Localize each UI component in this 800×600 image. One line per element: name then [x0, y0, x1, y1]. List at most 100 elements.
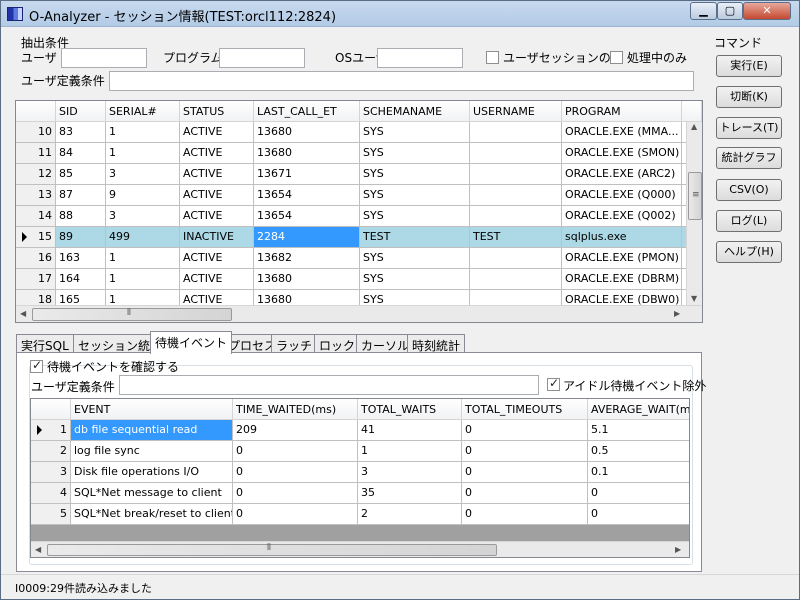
cell-sid[interactable]: 88	[56, 206, 106, 227]
cell-status[interactable]: ACTIVE	[180, 164, 254, 185]
cell-event[interactable]: SQL*Net break/reset to client	[71, 504, 233, 525]
header-average-wait[interactable]: AVERAGE_WAIT(m	[588, 399, 689, 420]
header-username[interactable]: USERNAME	[470, 101, 562, 122]
cell-sid[interactable]: 163	[56, 248, 106, 269]
header-d[interactable]	[682, 101, 702, 122]
cell-serial[interactable]: 499	[106, 227, 180, 248]
cell-last-call-et[interactable]: 13654	[254, 206, 360, 227]
cell-total-waits[interactable]: 41	[358, 420, 462, 441]
cell-serial[interactable]: 9	[106, 185, 180, 206]
cell-average-wait[interactable]: 0.5	[588, 441, 689, 462]
cell-total-waits[interactable]: 2	[358, 504, 462, 525]
cell-last-call-et[interactable]: 13680	[254, 122, 360, 143]
tab-exec-sql[interactable]: 実行SQL	[16, 334, 74, 353]
cell-last-call-et[interactable]: 13671	[254, 164, 360, 185]
wait-events-grid[interactable]: EVENT TIME_WAITED(ms) TOTAL_WAITS TOTAL_…	[30, 398, 690, 558]
cell-time-waited[interactable]: 0	[233, 504, 358, 525]
cell-event[interactable]: SQL*Net message to client	[71, 483, 233, 504]
cell-time-waited[interactable]: 0	[233, 441, 358, 462]
cell-schemaname[interactable]: SYS	[360, 143, 470, 164]
cell-program[interactable]: ORACLE.EXE (ARC2)	[562, 164, 682, 185]
cell-total-timeouts[interactable]: 0	[462, 420, 588, 441]
cell-average-wait[interactable]: 0	[588, 483, 689, 504]
stats-graph-button[interactable]: 統計グラフ	[716, 147, 782, 169]
tab-time-stats[interactable]: 時刻統計	[407, 334, 466, 353]
header-program[interactable]: PROGRAM	[562, 101, 682, 122]
row-number[interactable]: 2	[31, 441, 71, 462]
cell-program[interactable]: ORACLE.EXE (MMA...	[562, 122, 682, 143]
header-sid[interactable]: SID	[56, 101, 106, 122]
cell-username[interactable]	[470, 269, 562, 290]
cell-last-call-et[interactable]: 13680	[254, 269, 360, 290]
cell-schemaname[interactable]: SYS	[360, 248, 470, 269]
cell-time-waited[interactable]: 0	[233, 483, 358, 504]
cell-total-waits[interactable]: 3	[358, 462, 462, 483]
cell-average-wait[interactable]: 5.1	[588, 420, 689, 441]
row-number[interactable]: 13	[16, 185, 56, 206]
cell-serial[interactable]: 1	[106, 143, 180, 164]
header-last-call-et[interactable]: LAST_CALL_ET	[254, 101, 360, 122]
cell-username[interactable]	[470, 143, 562, 164]
row-number[interactable]: 12	[16, 164, 56, 185]
cell-schemaname[interactable]: SYS	[360, 185, 470, 206]
program-input[interactable]	[219, 48, 305, 68]
cell-username[interactable]	[470, 185, 562, 206]
cell-username[interactable]	[470, 164, 562, 185]
session-vscroll-thumb[interactable]: ≡	[688, 172, 702, 220]
cell-schemaname[interactable]: SYS	[360, 269, 470, 290]
title-bar[interactable]: O-Analyzer - セッション情報(TEST:orcl112:2824) …	[1, 1, 799, 27]
cell-status[interactable]: ACTIVE	[180, 185, 254, 206]
close-button[interactable]: ✕	[743, 2, 791, 20]
confirm-wait-events-checkbox[interactable]	[30, 358, 43, 373]
header-schemaname[interactable]: SCHEMANAME	[360, 101, 470, 122]
wait-grid-hscroll[interactable]: ◀ ⦀ ▶	[31, 541, 689, 557]
row-number[interactable]: 3	[31, 462, 71, 483]
user-condition-input[interactable]	[109, 71, 694, 91]
row-number[interactable]: 17	[16, 269, 56, 290]
osuser-input[interactable]	[377, 48, 463, 68]
cell-program[interactable]: ORACLE.EXE (Q002)	[562, 206, 682, 227]
scroll-down-icon[interactable]: ▼	[691, 294, 697, 303]
user-input[interactable]	[61, 48, 147, 68]
scroll-up-icon[interactable]: ▲	[691, 122, 697, 131]
cell-event[interactable]: log file sync	[71, 441, 233, 462]
tab-wait-events[interactable]: 待機イベント	[150, 331, 233, 354]
session-hscroll-thumb[interactable]: ⦀	[32, 308, 232, 321]
cell-total-timeouts[interactable]: 0	[462, 441, 588, 462]
cell-total-timeouts[interactable]: 0	[462, 462, 588, 483]
cell-last-call-et[interactable]: 13654	[254, 185, 360, 206]
cell-status[interactable]: ACTIVE	[180, 122, 254, 143]
cell-sid[interactable]: 87	[56, 185, 106, 206]
tab-lock[interactable]: ロック	[314, 334, 361, 353]
csv-button[interactable]: CSV(O)	[716, 179, 782, 201]
scroll-right-icon[interactable]: ▶	[674, 309, 680, 318]
cell-program[interactable]: sqlplus.exe	[562, 227, 682, 248]
cell-schemaname[interactable]: SYS	[360, 122, 470, 143]
cell-sid[interactable]: 84	[56, 143, 106, 164]
execute-button[interactable]: 実行(E)	[716, 55, 782, 77]
row-number[interactable]: 10	[16, 122, 56, 143]
header-total-timeouts[interactable]: TOTAL_TIMEOUTS	[462, 399, 588, 420]
help-button[interactable]: ヘルプ(H)	[716, 241, 782, 263]
cell-schemaname[interactable]: TEST	[360, 227, 470, 248]
cell-username[interactable]: TEST	[470, 227, 562, 248]
cell-program[interactable]: ORACLE.EXE (DBRM)	[562, 269, 682, 290]
session-grid[interactable]: SID SERIAL# STATUS LAST_CALL_ET SCHEMANA…	[15, 100, 703, 323]
cell-program[interactable]: ORACLE.EXE (PMON)	[562, 248, 682, 269]
cell-username[interactable]	[470, 206, 562, 227]
cell-total-waits[interactable]: 1	[358, 441, 462, 462]
tab-latch[interactable]: ラッチ	[271, 334, 318, 353]
cell-last-call-et[interactable]: 2284	[254, 227, 360, 248]
cell-serial[interactable]: 3	[106, 164, 180, 185]
session-grid-hscroll[interactable]: ◀ ⦀ ▶	[16, 305, 702, 322]
cell-serial[interactable]: 1	[106, 122, 180, 143]
cell-status[interactable]: ACTIVE	[180, 269, 254, 290]
row-number[interactable]: 5	[31, 504, 71, 525]
scroll-left-icon[interactable]: ◀	[35, 545, 41, 554]
cell-status[interactable]: ACTIVE	[180, 206, 254, 227]
cell-last-call-et[interactable]: 13680	[254, 143, 360, 164]
cell-serial[interactable]: 3	[106, 206, 180, 227]
header-status[interactable]: STATUS	[180, 101, 254, 122]
header-total-waits[interactable]: TOTAL_WAITS	[358, 399, 462, 420]
tab-cursor[interactable]: カーソル	[356, 334, 415, 353]
